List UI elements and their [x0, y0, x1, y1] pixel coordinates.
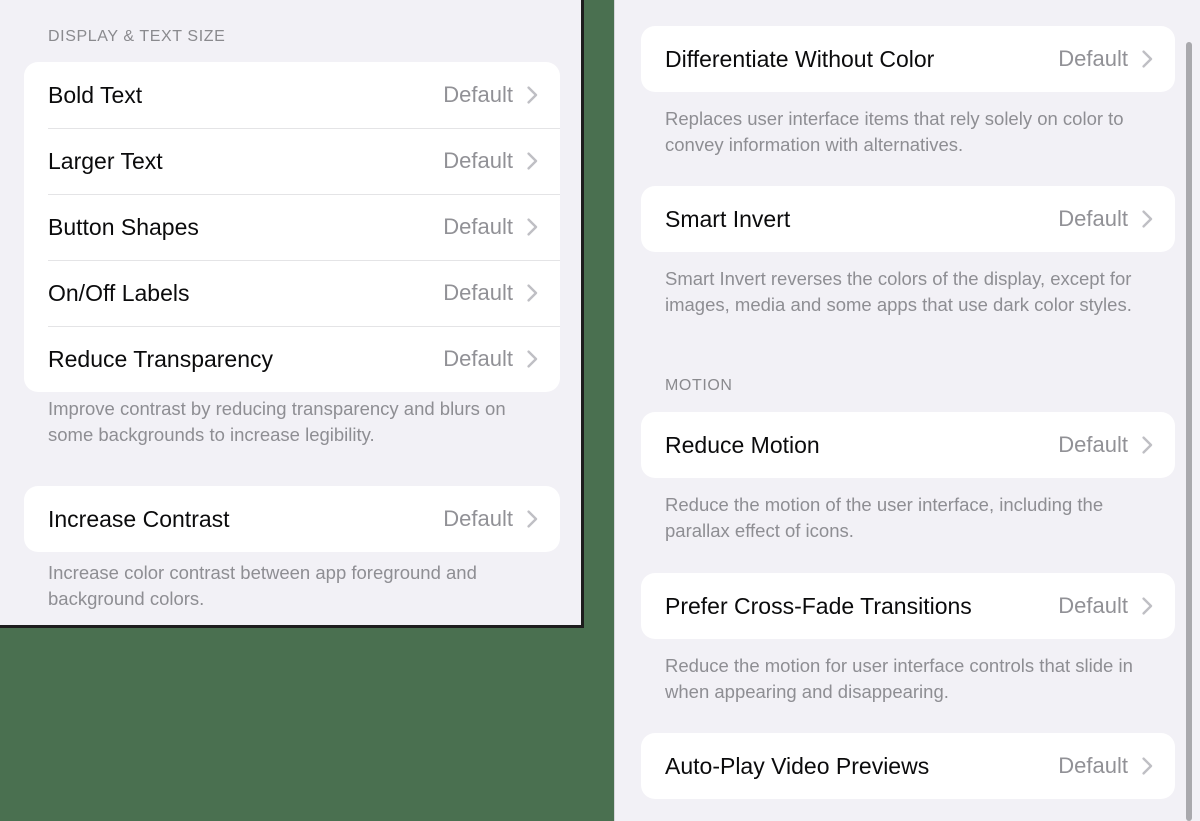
settings-row[interactable]: On/Off Labels Default: [24, 260, 560, 326]
chevron-right-icon: [527, 152, 538, 170]
settings-row-label: Smart Invert: [665, 205, 791, 232]
settings-card: Reduce Motion Default: [641, 412, 1175, 478]
settings-footnote: Reduce the motion for user interface con…: [665, 655, 1133, 702]
settings-row-value-group: Default: [1058, 755, 1153, 777]
settings-row-value: Default: [1058, 753, 1128, 778]
settings-row[interactable]: Smart Invert Default: [641, 186, 1175, 252]
settings-row-value-group: Default: [1058, 434, 1153, 456]
settings-row-value: Default: [1058, 432, 1128, 457]
settings-row-value-group: Default: [443, 150, 538, 172]
settings-row-value: Default: [1058, 206, 1128, 231]
settings-row-value: Default: [443, 214, 513, 239]
chevron-right-icon: [527, 510, 538, 528]
settings-footnote: Smart Invert reverses the colors of the …: [665, 268, 1132, 315]
settings-row[interactable]: Reduce Motion Default: [641, 412, 1175, 478]
settings-row-value-group: Default: [443, 216, 538, 238]
settings-row-value: Default: [1058, 593, 1128, 618]
settings-row-value: Default: [1058, 46, 1128, 71]
vertical-scrollbar-track[interactable]: [1184, 0, 1194, 821]
section-header-motion: MOTION: [665, 377, 733, 394]
settings-row[interactable]: Increase Contrast Default: [24, 486, 560, 552]
settings-row-label: Larger Text: [48, 147, 163, 174]
settings-row-value-group: Default: [1058, 595, 1153, 617]
settings-row[interactable]: Auto-Play Video Previews Default: [641, 733, 1175, 799]
settings-row-label: Bold Text: [48, 81, 143, 108]
settings-card-increase-contrast: Increase Contrast Default: [24, 486, 560, 552]
chevron-right-icon: [1142, 597, 1153, 615]
settings-row-label: Differentiate Without Color: [665, 45, 935, 72]
right-settings-panel: Differentiate Without Color Default Replac…: [614, 0, 1200, 821]
chevron-right-icon: [527, 86, 538, 104]
settings-row-value-group: Default: [1058, 48, 1153, 70]
chevron-right-icon: [527, 218, 538, 236]
settings-card: Differentiate Without Color Default: [641, 26, 1175, 92]
settings-row-label: Auto-Play Video Previews: [665, 752, 930, 779]
settings-row-label: Reduce Transparency: [48, 345, 274, 372]
settings-footnote: Replaces user interface items that rely …: [665, 108, 1124, 155]
settings-row-value: Default: [443, 506, 513, 531]
settings-row-value-group: Default: [1058, 208, 1153, 230]
footnote-increase-contrast: Increase color contrast between app fore…: [48, 562, 477, 609]
settings-row-label: Button Shapes: [48, 213, 199, 240]
settings-row-value: Default: [443, 346, 513, 371]
settings-card: Prefer Cross-Fade Transitions Default: [641, 573, 1175, 639]
settings-row-value-group: Default: [443, 348, 538, 370]
settings-card: Auto-Play Video Previews Default: [641, 733, 1175, 799]
settings-row-label: Reduce Motion: [665, 431, 820, 458]
chevron-right-icon: [1142, 210, 1153, 228]
settings-row-label: Prefer Cross-Fade Transitions: [665, 592, 972, 619]
settings-row[interactable]: Button Shapes Default: [24, 194, 560, 260]
settings-row[interactable]: Prefer Cross-Fade Transitions Default: [641, 573, 1175, 639]
settings-card: Smart Invert Default: [641, 186, 1175, 252]
settings-row-value: Default: [443, 280, 513, 305]
chevron-right-icon: [1142, 50, 1153, 68]
settings-row-value: Default: [443, 148, 513, 173]
settings-row[interactable]: Larger Text Default: [24, 128, 560, 194]
settings-row-label: Increase Contrast: [48, 505, 230, 532]
settings-row[interactable]: Differentiate Without Color Default: [641, 26, 1175, 92]
settings-row[interactable]: Bold Text Default: [24, 62, 560, 128]
settings-row-value-group: Default: [443, 84, 538, 106]
settings-row-value-group: Default: [443, 508, 538, 530]
settings-row-value-group: Default: [443, 282, 538, 304]
chevron-right-icon: [527, 284, 538, 302]
settings-footnote: Reduce the motion of the user interface,…: [665, 494, 1104, 541]
chevron-right-icon: [1142, 436, 1153, 454]
settings-card-display-text-size: Bold Text Default Larger Text Default Button…: [24, 62, 560, 392]
vertical-scrollbar-thumb[interactable]: [1186, 42, 1192, 821]
chevron-right-icon: [527, 350, 538, 368]
footnote-reduce-transparency: Improve contrast by reducing transparenc…: [48, 398, 506, 445]
settings-row-value: Default: [443, 82, 513, 107]
settings-row[interactable]: Reduce Transparency Default: [24, 326, 560, 392]
section-header-display-and-text-size: DISPLAY & TEXT SIZE: [48, 28, 226, 45]
settings-row-label: On/Off Labels: [48, 279, 190, 306]
chevron-right-icon: [1142, 757, 1153, 775]
left-settings-panel: DISPLAY & TEXT SIZE Bold Text Default Larg…: [0, 0, 584, 628]
